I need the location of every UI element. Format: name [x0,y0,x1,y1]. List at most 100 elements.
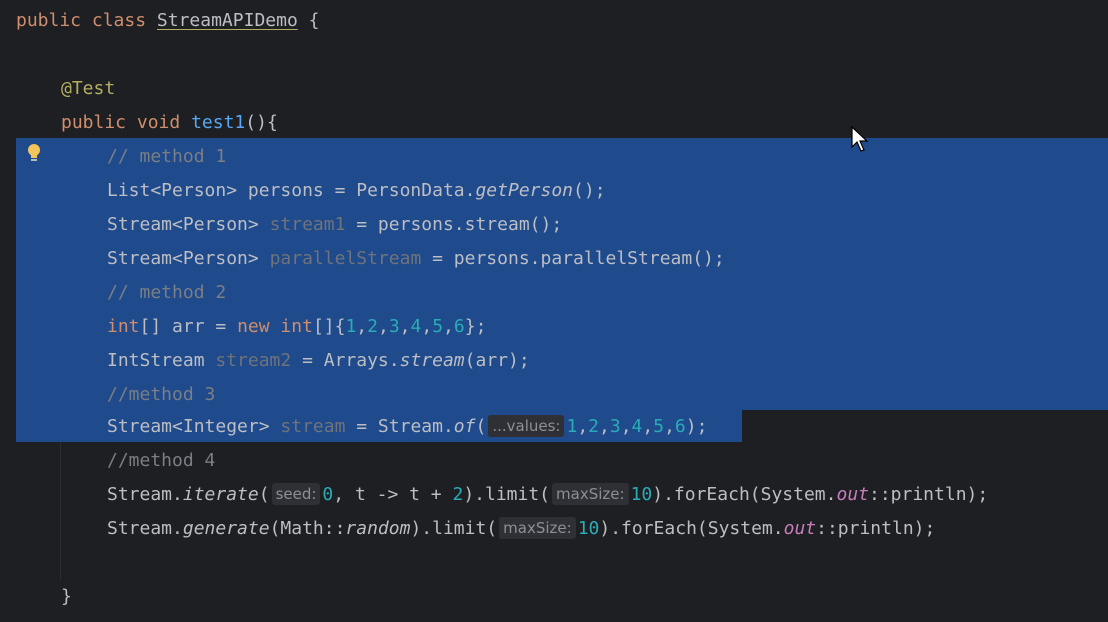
code-line-comment[interactable]: // method 1 [107,140,226,174]
lightbulb-icon[interactable] [26,142,42,166]
comma: , [421,316,433,337]
comma: , [620,416,632,437]
number-literal: 2 [588,416,600,437]
code-text: = persons.parallelStream(); [421,248,725,269]
code-line-comment[interactable]: //method 3 [107,378,215,412]
code-text: [] arr = [139,316,238,337]
comma: , [599,416,610,437]
code-line[interactable]: List<Person> persons = PersonData.getPer… [107,174,606,208]
static-field: out [783,518,817,539]
comma: , [399,316,411,337]
code-text: ); [685,416,708,437]
keyword: int [107,316,140,337]
code-line[interactable]: int[] arr = new int[]{1,2,3,4,5,6}; [107,310,486,344]
code-text: ::println); [869,484,989,505]
keyword: public [16,10,82,31]
number-literal: 3 [609,416,621,437]
brace: { [308,10,320,31]
method-call: generate [182,518,270,539]
code-text: List<Person> persons = PersonData. [107,180,476,201]
number-literal: 1 [345,316,357,337]
code-text: = Stream. [345,416,454,437]
number-literal: 6 [674,416,686,437]
parameter-hint: maxSize: [499,517,576,539]
keyword: new [237,316,270,337]
code-text: IntStream [107,350,216,371]
code-line-class-declaration[interactable]: public class StreamAPIDemo { [16,4,319,38]
comment: //method 4 [107,450,216,471]
code-text: (){ [245,112,278,133]
code-line-method-declaration[interactable]: public void test1(){ [61,106,278,140]
code-line-comment[interactable]: // method 2 [107,276,226,310]
code-line-comment[interactable]: //method 4 [107,444,215,478]
method-call: getPerson [475,180,574,201]
code-line[interactable]: Stream<Person> parallelStream = persons.… [107,242,725,276]
code-line-closing-brace[interactable]: } [61,580,72,614]
comment: // method 2 [107,282,227,303]
unused-variable: parallelStream [269,248,422,269]
parameter-hint: ...values: [488,415,565,437]
code-text: ::println); [816,518,936,539]
code-text: ).limit( [463,484,551,505]
code-text: ).forEach(System. [599,518,784,539]
comma: , [664,416,675,437]
number-literal: 3 [388,316,400,337]
code-text: , t -> t + [333,484,453,505]
code-text: ).limit( [410,518,498,539]
comma: , [642,416,654,437]
code-text: = persons.stream(); [345,214,563,235]
mouse-cursor-icon [851,126,869,152]
code-text: Stream<Person> [107,248,270,269]
keyword: public [61,112,127,133]
parameter-hint: maxSize: [552,483,629,505]
code-text: ( [475,416,487,437]
code-line-annotation[interactable]: @Test [61,72,115,106]
code-line[interactable]: Stream<Person> stream1 = persons.stream(… [107,208,562,242]
number-literal: 4 [631,416,643,437]
method-name: test1 [191,112,246,133]
comma: , [356,316,368,337]
brace: } [61,586,72,607]
number-literal: 6 [453,316,465,337]
method-call: stream [399,350,465,371]
keyword: int [280,316,313,337]
comma: , [377,316,389,337]
code-text: (); [573,180,606,201]
unused-variable: stream1 [269,214,346,235]
code-text: Stream. [107,518,183,539]
number-literal: 5 [653,416,665,437]
code-text: (arr); [464,350,530,371]
number-literal: 2 [452,484,464,505]
parameter-hint: seed: [271,483,321,505]
unused-variable: stream2 [215,350,292,371]
code-text: ).forEach(System. [652,484,837,505]
comma: , [577,416,589,437]
number-literal: 5 [432,316,444,337]
code-line[interactable]: Stream<Integer> stream = Stream.of(...va… [107,410,707,444]
method-reference: random [345,518,411,539]
code-editor[interactable]: public class StreamAPIDemo { @Test publi… [0,0,1108,622]
code-text: Stream. [107,484,183,505]
keyword: void [136,112,181,133]
number-literal: 0 [322,484,334,505]
number-literal: 10 [630,484,653,505]
number-literal: 1 [566,416,578,437]
code-text: }; [464,316,487,337]
code-text: (Math:: [269,518,346,539]
number-literal: 10 [577,518,600,539]
unused-variable: stream [280,416,346,437]
keyword: class [91,10,147,31]
code-line[interactable]: Stream.iterate(seed: 0, t -> t + 2).limit… [107,478,988,512]
comma: , [443,316,454,337]
code-line[interactable]: Stream.generate(Math::random).limit(maxS… [107,512,935,546]
class-name: StreamAPIDemo [156,10,298,31]
code-text: []{ [312,316,346,337]
number-literal: 4 [410,316,422,337]
method-call: iterate [182,484,259,505]
code-text: = Arrays. [291,350,400,371]
code-line[interactable]: IntStream stream2 = Arrays.stream(arr); [107,344,530,378]
comment: // method 1 [107,146,227,167]
comment: //method 3 [107,384,216,405]
method-call: of [453,416,476,437]
